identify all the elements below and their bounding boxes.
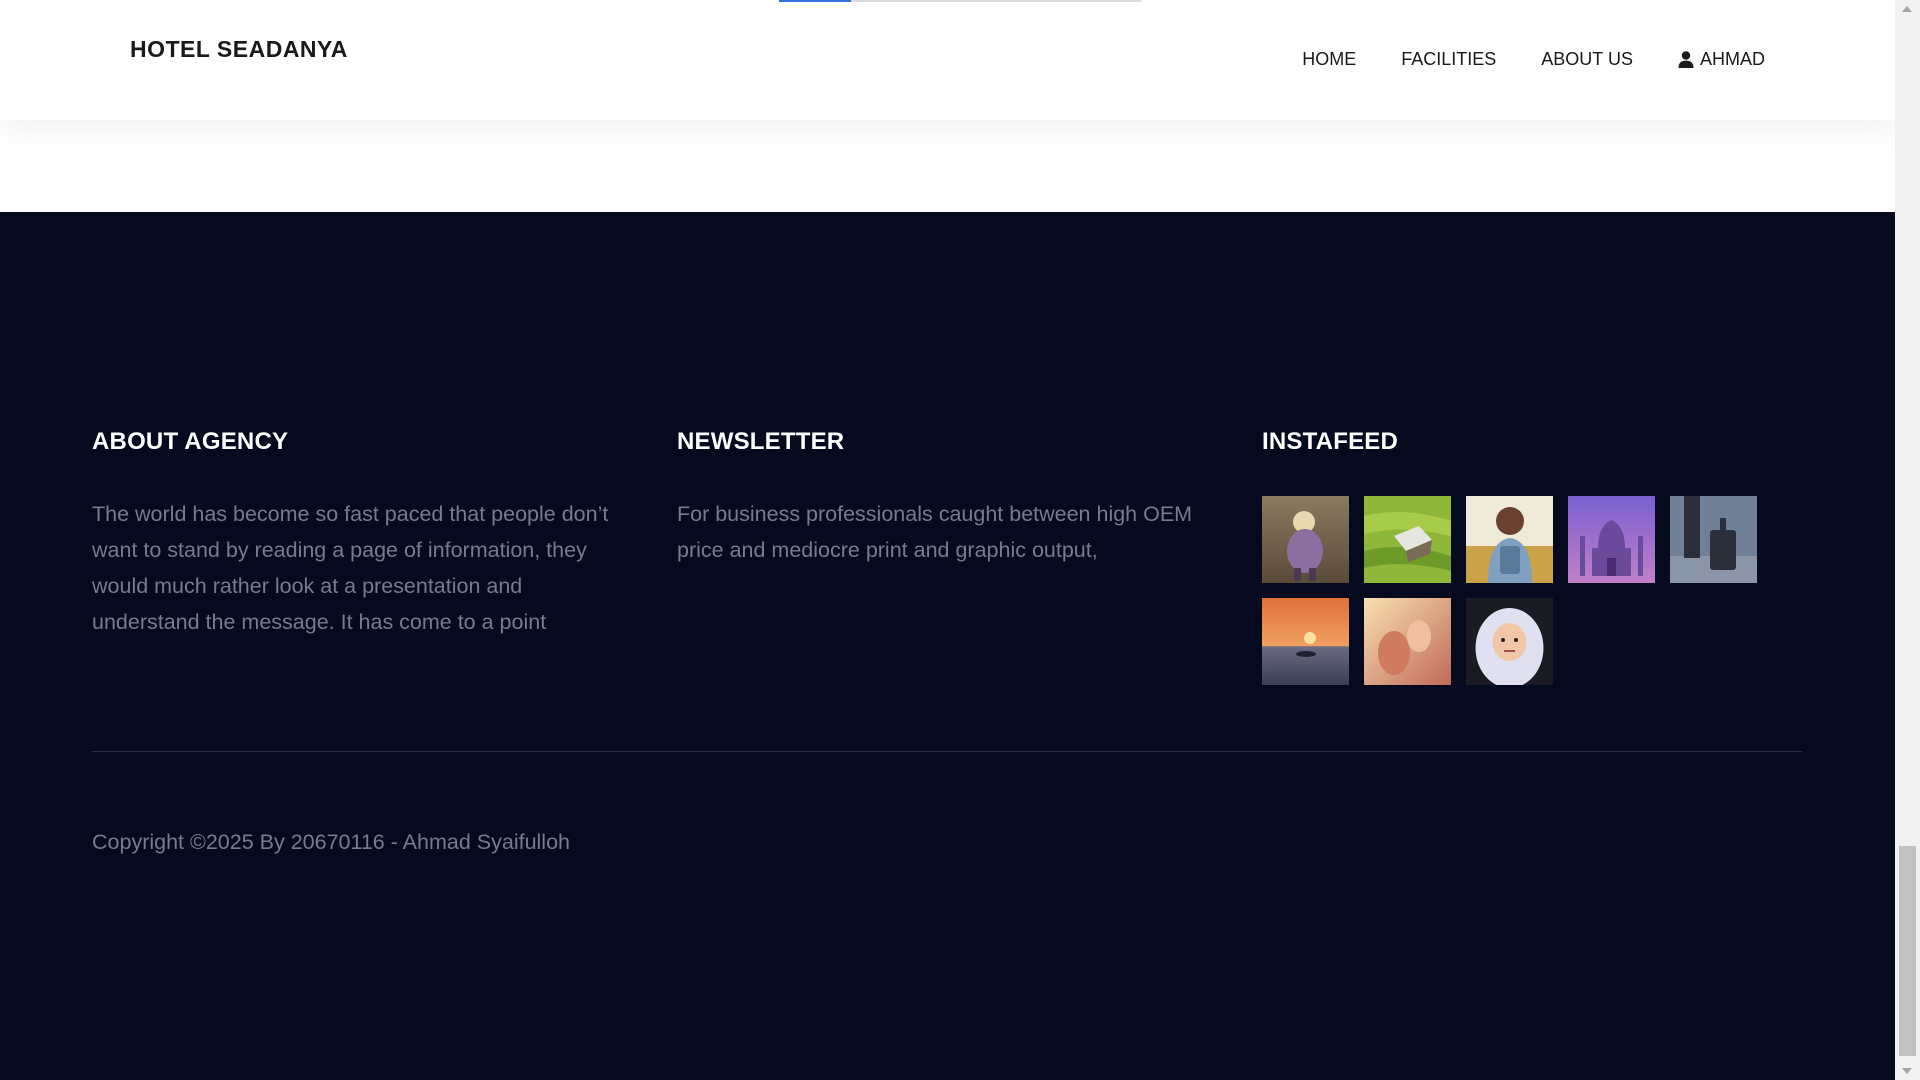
instafeed-image-sunset-sea[interactable] <box>1262 598 1349 685</box>
nav-home[interactable]: HOME <box>1302 49 1356 70</box>
instafeed-image-hands-sunlight[interactable] <box>1364 598 1451 685</box>
newsletter-title: NEWSLETTER <box>677 428 845 455</box>
scroll-progress-fill <box>779 0 852 2</box>
instafeed-image-taj-mahal[interactable] <box>1568 496 1655 583</box>
scrollbar-thumb[interactable] <box>1899 846 1916 1056</box>
nav-user-label: AHMAD <box>1699 49 1765 69</box>
vertical-scrollbar[interactable] <box>1895 0 1920 1080</box>
nav-user-account[interactable]: AHMAD <box>1678 49 1765 70</box>
newsletter-column: NEWSLETTER For business professionals ca… <box>677 428 1217 568</box>
instafeed-title: INSTAFEED <box>1262 428 1399 455</box>
page: HOTEL SEADANYA HOME FACILITIES ABOUT US … <box>0 0 1895 1080</box>
main-nav: HOME FACILITIES ABOUT US AHMAD <box>1302 49 1765 70</box>
instafeed-column: INSTAFEED <box>1262 428 1782 685</box>
content-spacer <box>0 120 1895 212</box>
site-footer: ABOUT AGENCY The world has become so fas… <box>0 212 1895 1080</box>
brand-logo-text[interactable]: HOTEL SEADANYA <box>130 36 348 63</box>
newsletter-text: For business professionals caught betwee… <box>677 502 1193 562</box>
copyright-text: Copyright ©2025 By 20670116 - Ahmad Syai… <box>92 830 570 854</box>
nav-about-us-label: ABOUT US <box>1541 49 1633 69</box>
site-header: HOTEL SEADANYA HOME FACILITIES ABOUT US … <box>0 0 1895 120</box>
nav-about-us[interactable]: ABOUT US <box>1541 49 1633 70</box>
nav-facilities[interactable]: FACILITIES <box>1401 49 1496 70</box>
scroll-progress-bar <box>779 0 1141 2</box>
about-agency-title: ABOUT AGENCY <box>92 428 289 455</box>
footer-divider <box>92 751 1802 752</box>
instafeed-image-child-hood[interactable] <box>1466 598 1553 685</box>
instafeed-grid <box>1262 496 1782 685</box>
about-agency-column: ABOUT AGENCY The world has become so fas… <box>92 428 632 640</box>
instafeed-image-child-walking[interactable] <box>1262 496 1349 583</box>
nav-home-label: HOME <box>1302 49 1357 69</box>
scroll-down-arrow-icon[interactable] <box>1902 1068 1912 1074</box>
about-agency-text: The world has become so fast paced that … <box>92 502 609 634</box>
instafeed-image-woman-backpack[interactable] <box>1466 496 1553 583</box>
user-icon <box>1678 51 1694 68</box>
nav-facilities-label: FACILITIES <box>1401 49 1497 69</box>
instafeed-image-rice-terrace[interactable] <box>1364 496 1451 583</box>
instafeed-image-traveler-suitcase[interactable] <box>1670 496 1757 583</box>
scroll-up-arrow-icon[interactable] <box>1902 6 1912 12</box>
